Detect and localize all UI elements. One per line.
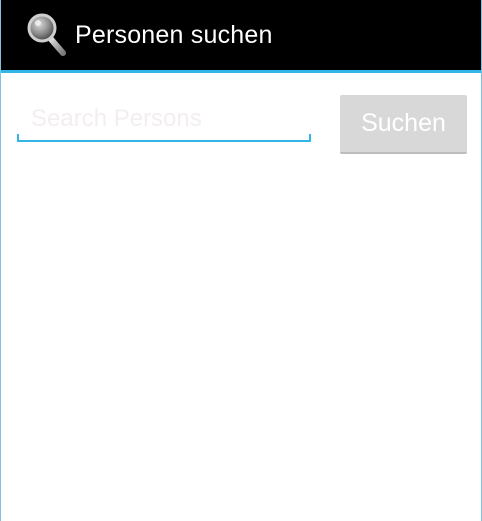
input-underline-left-tick <box>17 134 19 142</box>
action-bar-divider <box>1 70 481 73</box>
action-bar: Personen suchen <box>1 0 481 70</box>
search-persons-input[interactable] <box>17 98 311 142</box>
search-button[interactable]: Suchen <box>340 95 467 154</box>
app-title: Personen suchen <box>75 20 273 49</box>
magnifier-icon <box>25 11 69 59</box>
input-underline-right-tick <box>309 134 311 142</box>
app-window: Personen suchen Suchen <box>0 0 482 521</box>
